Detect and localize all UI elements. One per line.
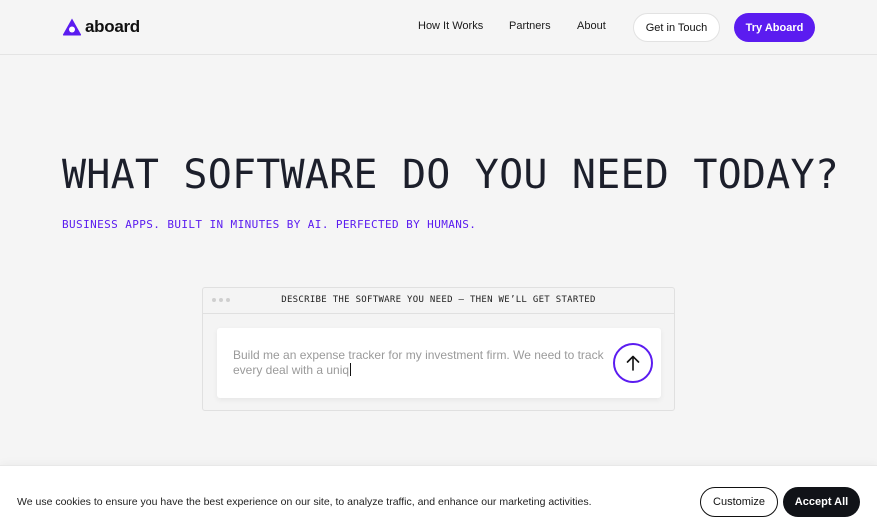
logo-link[interactable]: aboard <box>62 17 140 37</box>
prompt-text-line1: Build me an expense tracker for my inves… <box>233 348 604 362</box>
get-in-touch-button[interactable]: Get in Touch <box>633 13 720 42</box>
page: aboard How It Works Partners About Get i… <box>0 0 877 528</box>
prompt-card: DESCRIBE THE SOFTWARE YOU NEED – THEN WE… <box>202 287 675 411</box>
cookie-message: We use cookies to ensure you have the be… <box>17 496 592 508</box>
arrow-up-icon <box>626 355 640 371</box>
try-aboard-button[interactable]: Try Aboard <box>734 13 815 42</box>
logo-text: aboard <box>85 17 140 36</box>
hero-subtitle: BUSINESS APPS. BUILT IN MINUTES BY AI. P… <box>62 218 477 231</box>
text-caret <box>350 363 352 376</box>
prompt-header-title: DESCRIBE THE SOFTWARE YOU NEED – THEN WE… <box>281 295 596 305</box>
aboard-logo-icon <box>62 18 82 36</box>
hero-title: WHAT SOFTWARE DO YOU NEED TODAY? <box>62 152 840 198</box>
prompt-input-box[interactable]: Build me an expense tracker for my inves… <box>217 328 661 398</box>
nav-about[interactable]: About <box>577 20 606 32</box>
prompt-card-header: DESCRIBE THE SOFTWARE YOU NEED – THEN WE… <box>203 288 674 314</box>
accept-all-button[interactable]: Accept All <box>783 487 860 517</box>
prompt-text-line2: every deal with a uniq <box>233 363 350 377</box>
cookie-banner: We use cookies to ensure you have the be… <box>0 465 877 528</box>
prompt-input[interactable]: Build me an expense tracker for my inves… <box>233 348 613 378</box>
send-button[interactable] <box>613 343 653 383</box>
site-header: aboard How It Works Partners About Get i… <box>0 0 877 55</box>
nav-how-it-works[interactable]: How It Works <box>418 20 483 32</box>
customize-button[interactable]: Customize <box>700 487 778 517</box>
nav-partners[interactable]: Partners <box>509 20 551 32</box>
